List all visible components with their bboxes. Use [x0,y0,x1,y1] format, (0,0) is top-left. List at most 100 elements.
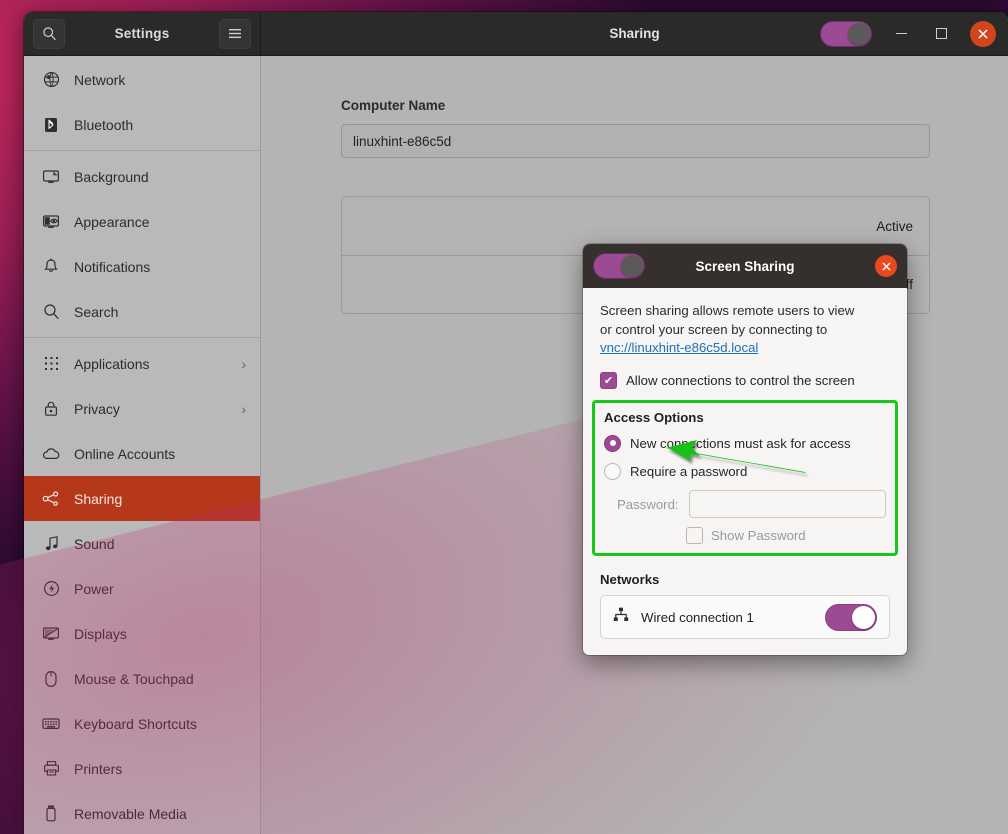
screen-sharing-toggle[interactable] [593,253,645,279]
minimize-button[interactable] [890,23,912,45]
bell-icon [42,258,60,276]
main-menu-button[interactable] [218,18,251,49]
sidebar-item-label: Sound [74,535,115,552]
sidebar-item-removable-media[interactable]: Removable Media [24,791,260,834]
password-label: Password: [617,496,679,512]
sidebar-item-background[interactable]: Background [24,154,260,199]
sidebar-item-label: Search [74,303,119,320]
chevron-right-icon: › [241,400,246,417]
sidebar-item-label: Background [74,168,149,185]
close-icon [882,262,890,270]
dialog-description: Screen sharing allows remote users to vi… [600,302,890,358]
cloud-icon [42,445,60,463]
sidebar-item-displays[interactable]: Displays [24,611,260,656]
radio-ask-for-access-label: New connections must ask for access [630,435,851,451]
allow-control-checkbox[interactable]: ✔ [600,372,617,390]
sidebar-item-sharing[interactable]: Sharing [24,476,260,521]
globe-icon [42,71,60,89]
sidebar-item-bluetooth[interactable]: Bluetooth [24,102,260,147]
grid-dots-icon [42,355,60,373]
networks-list: Wired connection 1 [600,595,890,640]
search-button[interactable] [33,18,65,49]
sharing-settings-panel: Computer Name linuxhint-e86c5d Active Of… [261,56,1008,834]
sidebar-item-appearance[interactable]: Appearance [24,199,260,244]
vnc-address-link[interactable]: vnc://linuxhint-e86c5d.local [600,340,758,355]
screen-sharing-dialog: Screen Sharing Screen sharing allows rem… [583,244,907,656]
row-status: Active [876,218,913,234]
sidebar-item-label: Applications [74,355,150,372]
sidebar-item-notifications[interactable]: Notifications [24,244,260,289]
radio-row-ask-for-access[interactable]: New connections must ask for access [604,429,886,457]
computer-name-value: linuxhint-e86c5d [353,133,452,149]
close-window-button[interactable] [970,20,996,47]
maximize-button[interactable] [930,23,952,45]
radio-ask-for-access[interactable] [604,434,621,452]
mouse-icon [42,670,60,688]
allow-control-checkbox-row[interactable]: ✔ Allow connections to control the scree… [600,372,890,390]
network-toggle[interactable] [825,603,877,631]
description-line-2: or control your screen by connecting to [600,321,828,337]
show-password-row[interactable]: Show Password [686,527,886,545]
sidebar-item-applications[interactable]: Applications › [24,341,260,386]
desktop-background: Settings Sharing Network Bluetooth Backg… [0,0,1008,834]
sidebar-separator [24,337,260,338]
sidebar-separator [24,150,260,151]
app-title: Settings [114,26,170,41]
dialog-close-button[interactable] [875,255,897,277]
sidebar-item-label: Printers [74,760,123,777]
header-content-section: Sharing [261,12,1008,55]
sidebar-item-label: Bluetooth [74,116,134,133]
sidebar-item-privacy[interactable]: Privacy › [24,386,260,431]
radio-require-password[interactable] [604,462,621,480]
bluetooth-icon [42,116,60,134]
minimize-icon [895,32,907,35]
sidebar-item-label: Privacy [74,400,120,417]
sidebar-item-power[interactable]: Power [24,566,260,611]
radio-row-require-password[interactable]: Require a password [604,457,886,485]
close-icon [978,29,988,38]
dialog-header: Screen Sharing [583,244,907,288]
window-header-bar: Settings Sharing [24,12,1008,56]
sidebar-item-label: Network [74,71,126,88]
settings-window: Settings Sharing Network Bluetooth Backg… [24,12,1008,834]
search-icon [42,27,56,41]
sharing-master-toggle[interactable] [820,20,872,47]
display-icon [42,625,60,643]
computer-name-label: Computer Name [341,98,446,113]
network-row[interactable]: Wired connection 1 [601,596,889,638]
show-password-label: Show Password [711,528,806,544]
settings-sidebar[interactable]: Network Bluetooth Background Appearance … [24,56,261,834]
sidebar-item-label: Online Accounts [74,445,176,462]
sidebar-item-label: Mouse & Touchpad [74,670,194,687]
sidebar-item-keyboard-shortcuts[interactable]: Keyboard Shortcuts [24,701,260,746]
sidebar-item-label: Notifications [74,258,151,275]
access-options-title: Access Options [604,410,704,426]
computer-name-input[interactable]: linuxhint-e86c5d [341,124,930,158]
sidebar-item-label: Sharing [74,490,123,507]
show-password-checkbox[interactable] [686,527,703,545]
hamburger-menu-icon [228,29,241,38]
networks-title: Networks [600,572,660,588]
maximize-icon [935,28,947,39]
sidebar-item-sound[interactable]: Sound [24,521,260,566]
header-sidebar-section: Settings [24,12,261,55]
description-line-1: Screen sharing allows remote users to vi… [600,303,855,318]
music-note-icon [42,535,60,553]
sidebar-item-online-accounts[interactable]: Online Accounts [24,431,260,476]
window-controls [820,20,996,47]
password-row: Password: [604,490,886,519]
share-nodes-icon [42,490,60,508]
sidebar-item-printers[interactable]: Printers [24,746,260,791]
sidebar-item-mouse-touchpad[interactable]: Mouse & Touchpad [24,656,260,701]
check-icon: ✔ [603,375,614,388]
window-body: Network Bluetooth Background Appearance … [24,56,1008,834]
password-input[interactable] [688,490,886,519]
sidebar-item-search[interactable]: Search [24,289,260,334]
toggle-knob [848,22,870,45]
lock-icon [42,400,60,418]
chevron-right-icon: › [241,355,246,372]
access-options-group: Access Options New connections must ask … [592,400,898,557]
toggle-knob [852,605,875,629]
power-bolt-icon [42,580,60,598]
sidebar-item-network[interactable]: Network [24,57,260,102]
